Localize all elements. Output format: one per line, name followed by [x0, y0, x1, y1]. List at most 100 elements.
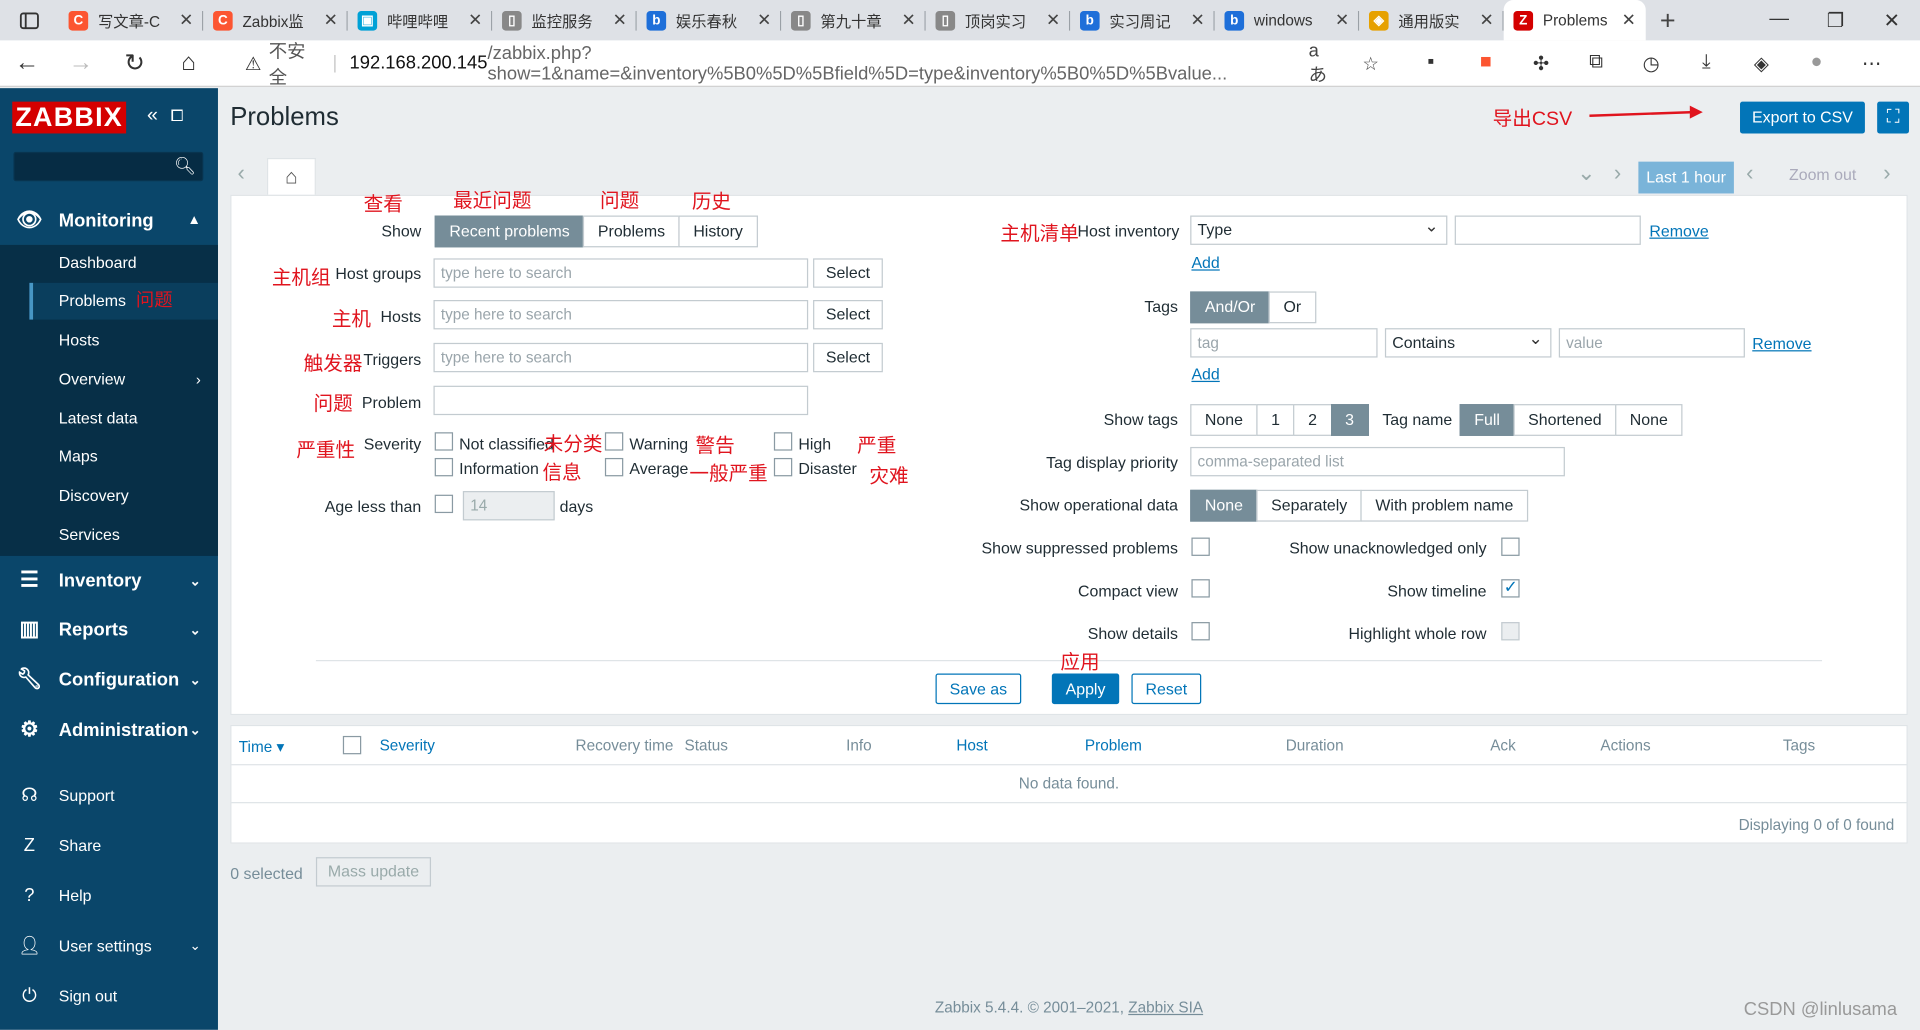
menu-monitoring[interactable]: 👁︎ Monitoring ▲: [0, 196, 218, 245]
severity-high-checkbox[interactable]: [773, 432, 793, 451]
tag-priority-input[interactable]: comma-separated list: [1190, 446, 1565, 477]
profile-icon[interactable]: ●: [1789, 51, 1844, 75]
kiosk-icon[interactable]: ⧠: [171, 107, 184, 125]
sidebar-item-services[interactable]: Services: [29, 517, 218, 554]
tag-name-full[interactable]: Full: [1459, 404, 1515, 436]
browser-tab[interactable]: b windows ✕: [1215, 0, 1360, 40]
severity-disaster-checkbox[interactable]: [773, 457, 793, 477]
extension-icon[interactable]: ▪: [1403, 51, 1458, 75]
show-problems[interactable]: Problems: [583, 215, 680, 248]
more-icon[interactable]: ⋯: [1844, 51, 1899, 75]
apply-button[interactable]: Apply: [1051, 673, 1120, 705]
sidebar-item-discovery[interactable]: Discovery: [29, 478, 218, 515]
browser-tab[interactable]: b 娱乐春秋 ✕: [637, 0, 782, 40]
show-tags-2[interactable]: 2: [1293, 404, 1332, 436]
collapse-sidebar-icon[interactable]: «: [147, 105, 158, 126]
inventory-add-link[interactable]: Add: [1191, 253, 1219, 271]
tag-remove-link[interactable]: Remove: [1752, 334, 1811, 352]
op-data-none[interactable]: None: [1190, 489, 1258, 522]
tags-and-or[interactable]: And/Or: [1190, 291, 1271, 324]
browser-tab[interactable]: ▯ 监控服务 ✕: [492, 0, 637, 40]
inventory-field-dropdown[interactable]: Type: [1190, 212, 1448, 245]
host-groups-select-button[interactable]: Select: [813, 258, 883, 288]
host-groups-input[interactable]: type here to search: [433, 258, 809, 288]
close-tab-icon[interactable]: ✕: [757, 10, 771, 31]
browser-tab[interactable]: ▯ 顶岗实习 ✕: [926, 0, 1071, 40]
zoom-out-button[interactable]: Zoom out: [1789, 165, 1856, 183]
zabbix-logo[interactable]: ZABBIX: [12, 101, 127, 134]
refresh-icon[interactable]: ↻: [108, 48, 162, 79]
sidebar-share[interactable]: Z Share: [0, 827, 218, 864]
triggers-input[interactable]: type here to search: [433, 342, 809, 373]
sidebar-search-input[interactable]: 🔍︎: [13, 151, 204, 182]
tags-or[interactable]: Or: [1268, 291, 1316, 324]
sidebar-item-problems[interactable]: Problems 问题: [29, 282, 218, 320]
close-tab-icon[interactable]: ✕: [324, 10, 338, 31]
filter-home-tab[interactable]: ⌂: [266, 157, 316, 196]
downloads-icon[interactable]: ⤓: [1679, 51, 1734, 75]
chevron-left-icon[interactable]: ‹: [238, 160, 245, 186]
browser-tab[interactable]: ◈ 通用版实 ✕: [1359, 0, 1504, 40]
tag-add-link[interactable]: Add: [1191, 365, 1219, 383]
problem-input[interactable]: [433, 385, 809, 416]
close-tab-icon[interactable]: ✕: [1622, 10, 1636, 31]
favorite-icon[interactable]: ☆: [1362, 52, 1378, 74]
op-data-with-name[interactable]: With problem name: [1360, 489, 1529, 522]
tag-name-shortened[interactable]: Shortened: [1513, 404, 1617, 436]
time-back-icon[interactable]: ‹: [1746, 160, 1753, 186]
sidebar-item-dashboard[interactable]: Dashboard: [29, 245, 218, 282]
severity-not-classified-checkbox[interactable]: [434, 432, 454, 451]
home-icon[interactable]: ⌂: [162, 49, 216, 77]
sidebar-help[interactable]: ? Help: [0, 877, 218, 914]
close-tab-icon[interactable]: ✕: [902, 10, 916, 31]
sidebar-sign-out[interactable]: ⏻ Sign out: [0, 977, 218, 1014]
triggers-select-button[interactable]: Select: [813, 342, 883, 373]
show-history[interactable]: History: [678, 215, 758, 248]
severity-average-checkbox[interactable]: [604, 457, 624, 477]
show-tags-3[interactable]: 3: [1330, 404, 1369, 436]
reset-button[interactable]: Reset: [1131, 673, 1202, 705]
tab-actions-icon[interactable]: [0, 0, 59, 40]
sidebar-item-overview[interactable]: Overview ›: [29, 361, 218, 398]
new-tab-button[interactable]: +: [1646, 4, 1690, 36]
menu-administration[interactable]: ⚙ Administration ⌄: [0, 705, 218, 754]
browser-tab-active[interactable]: Z Problems ✕: [1503, 0, 1646, 41]
tag-value-input[interactable]: value: [1558, 328, 1745, 358]
suppressed-checkbox[interactable]: [1191, 537, 1210, 556]
timeline-checkbox[interactable]: [1501, 577, 1520, 598]
details-checkbox[interactable]: [1191, 622, 1210, 641]
tag-name-none[interactable]: None: [1615, 404, 1683, 436]
chevron-right-icon[interactable]: ›: [1614, 160, 1621, 186]
col-severity[interactable]: Severity: [380, 737, 435, 754]
severity-warning-checkbox[interactable]: [604, 432, 624, 451]
inventory-remove-link[interactable]: Remove: [1649, 222, 1708, 240]
col-problem[interactable]: Problem: [1085, 737, 1142, 754]
menu-inventory[interactable]: ☰ Inventory ⌄: [0, 556, 218, 605]
browser-tab[interactable]: b 实习周记 ✕: [1070, 0, 1215, 40]
browser-tab[interactable]: ▯ 第九十章 ✕: [781, 0, 926, 40]
forward-icon[interactable]: →: [54, 49, 108, 77]
time-forward-icon[interactable]: ›: [1883, 160, 1890, 186]
highlight-checkbox[interactable]: [1501, 622, 1520, 641]
unack-checkbox[interactable]: [1501, 537, 1520, 556]
export-csv-button[interactable]: Export to CSV: [1740, 101, 1865, 134]
minimize-icon[interactable]: —: [1751, 8, 1807, 32]
footer-link[interactable]: Zabbix SIA: [1128, 999, 1203, 1016]
age-input[interactable]: 14: [462, 491, 555, 521]
history-icon[interactable]: ◷: [1624, 51, 1679, 75]
close-tab-icon[interactable]: ✕: [613, 10, 627, 31]
tag-operator-dropdown[interactable]: Contains: [1384, 324, 1552, 358]
csdn-extension-icon[interactable]: ■: [1458, 51, 1513, 75]
close-tab-icon[interactable]: ✕: [1335, 10, 1349, 31]
close-tab-icon[interactable]: ✕: [179, 10, 193, 31]
back-icon[interactable]: ←: [0, 49, 54, 77]
sidebar-user-settings[interactable]: 👤︎ User settings ⌄: [0, 927, 218, 964]
fullscreen-icon[interactable]: ⛶: [1877, 101, 1909, 134]
read-aloud-icon[interactable]: aあ: [1309, 40, 1336, 87]
col-time[interactable]: Time ▾: [239, 737, 284, 755]
browser-tab[interactable]: ▣ 哔哩哔哩 ✕: [348, 0, 493, 40]
age-checkbox[interactable]: [434, 494, 454, 514]
tag-name-input[interactable]: tag: [1190, 328, 1378, 358]
mass-update-button[interactable]: Mass update: [315, 857, 432, 887]
hosts-input[interactable]: type here to search: [433, 300, 809, 330]
